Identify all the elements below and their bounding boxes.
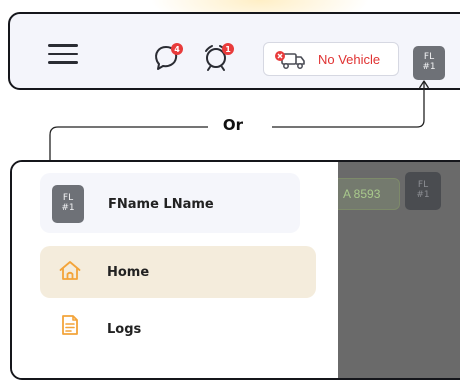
drawer-item-home[interactable]: Home — [40, 246, 316, 298]
chat-button[interactable]: 4 — [150, 40, 184, 74]
drawer-avatar-number: #1 — [61, 203, 75, 213]
avatar-number: #1 — [422, 62, 436, 72]
chat-badge: 4 — [171, 43, 183, 55]
drawer-user-card[interactable]: FL #1 FName LName — [40, 173, 300, 233]
alarm-badge: 1 — [222, 43, 234, 55]
drawer-item-logs[interactable]: Logs — [40, 302, 316, 354]
or-label: Or — [222, 116, 244, 134]
home-icon — [59, 261, 81, 280]
drawer-avatar: FL #1 — [52, 185, 84, 223]
logs-icon — [62, 315, 78, 335]
drawer-item-logs-label: Logs — [107, 322, 142, 337]
drawer-item-home-label: Home — [107, 265, 150, 280]
vehicle-status-button[interactable]: No Vehicle — [263, 42, 399, 76]
vehicle-plate-chip: A 8593 — [328, 178, 400, 210]
background-avatar-number: #1 — [416, 190, 430, 200]
drawer-screen: A 8593 FL #1 FL #1 FName LName Home Logs — [10, 160, 460, 380]
drawer-user-name: FName LName — [108, 197, 214, 212]
dimmed-background[interactable]: A 8593 FL #1 — [328, 162, 460, 378]
user-avatar-button[interactable]: FL #1 — [413, 46, 445, 80]
alarm-button[interactable]: 1 — [200, 40, 234, 74]
app-header: 4 1 No Vehicle FL #1 — [8, 12, 460, 90]
background-avatar: FL #1 — [405, 172, 441, 210]
side-drawer: FL #1 FName LName Home Logs — [12, 162, 338, 378]
vehicle-status-label: No Vehicle — [318, 52, 381, 67]
menu-icon[interactable] — [48, 44, 78, 66]
truck-icon — [275, 51, 305, 69]
